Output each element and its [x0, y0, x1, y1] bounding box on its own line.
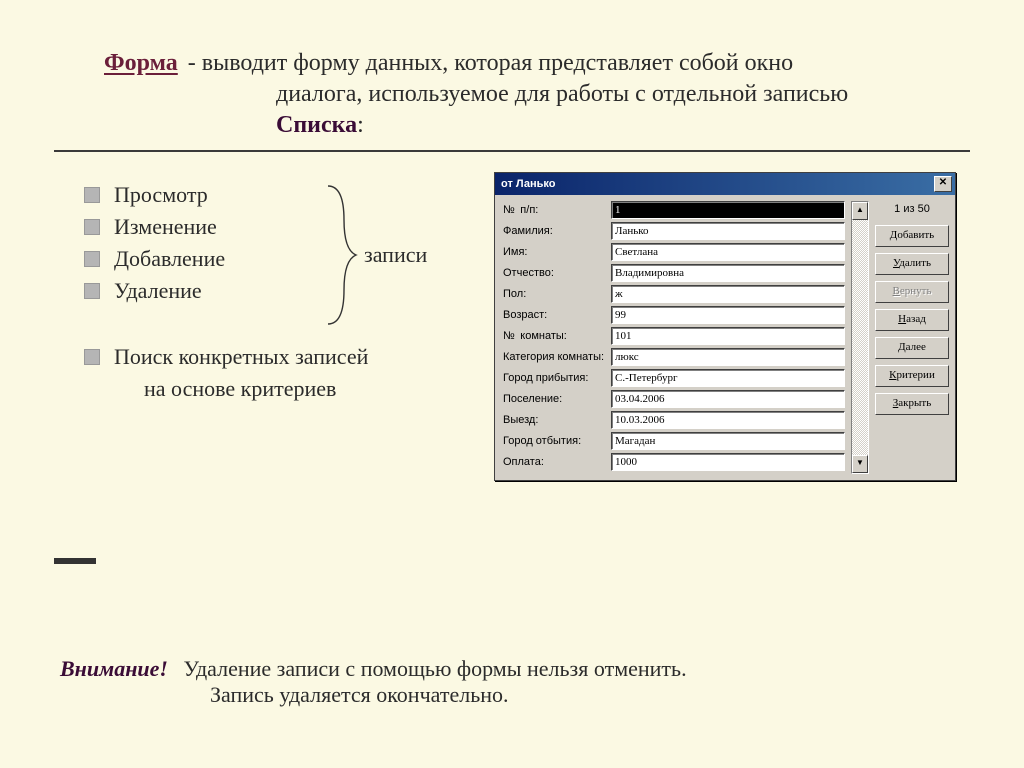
- field-row: Оплата:1000: [503, 453, 845, 471]
- bullet-group-b: Поиск конкретных записей на основе крите…: [84, 344, 474, 402]
- field-input[interactable]: Владимировна: [611, 264, 845, 282]
- bullet-icon: [84, 283, 100, 299]
- bullet-icon: [84, 219, 100, 235]
- field-input[interactable]: 1: [611, 201, 845, 219]
- field-label: Категория комнаты:: [503, 351, 611, 363]
- field-row: Имя:Светлана: [503, 243, 845, 261]
- divider: [54, 150, 970, 152]
- далее-button[interactable]: Далее: [875, 337, 949, 359]
- критерии-button[interactable]: Критерии: [875, 365, 949, 387]
- field-row: Город отбытия:Магадан: [503, 432, 845, 450]
- field-row: № комнаты:101: [503, 327, 845, 345]
- field-label: Отчество:: [503, 267, 611, 279]
- field-label: Пол:: [503, 288, 611, 300]
- dialog-titlebar[interactable]: от Ланько ✕: [495, 173, 955, 195]
- field-label: Город отбытия:: [503, 435, 611, 447]
- footer-note: Внимание! Удаление записи с помощью форм…: [60, 656, 964, 708]
- field-row: № п/п:1: [503, 201, 845, 219]
- field-input[interactable]: Ланько: [611, 222, 845, 240]
- field-row: Фамилия:Ланько: [503, 222, 845, 240]
- field-row: Возраст:99: [503, 306, 845, 324]
- scrollbar[interactable]: ▲ ▼: [851, 201, 869, 474]
- title-line1: - выводит форму данных, которая представ…: [188, 50, 793, 76]
- field-input[interactable]: 1000: [611, 453, 845, 471]
- field-input[interactable]: С.-Петербург: [611, 369, 845, 387]
- вернуть-button: Вернуть: [875, 281, 949, 303]
- field-input[interactable]: люкс: [611, 348, 845, 366]
- title-line2: диалога, используемое для работы с отдел…: [276, 81, 848, 107]
- field-label: № п/п:: [503, 204, 611, 216]
- field-label: № комнаты:: [503, 330, 611, 342]
- data-form-dialog: от Ланько ✕ № п/п:1Фамилия:ЛанькоИмя:Све…: [494, 172, 956, 481]
- field-row: Город прибытия:С.-Петербург: [503, 369, 845, 387]
- field-row: Выезд:10.03.2006: [503, 411, 845, 429]
- bullet-icon: [84, 349, 100, 365]
- record-counter: 1 из 50: [875, 201, 949, 219]
- bullet-icon: [84, 251, 100, 267]
- accent-bar: [54, 558, 96, 564]
- field-input[interactable]: ж: [611, 285, 845, 303]
- footer-line1: Удаление записи с помощью формы нельзя о…: [183, 656, 686, 681]
- close-icon[interactable]: ✕: [934, 176, 952, 192]
- field-input[interactable]: 03.04.2006: [611, 390, 845, 408]
- list-item: Изменение: [84, 214, 474, 240]
- scroll-up-icon[interactable]: ▲: [852, 202, 868, 220]
- title-colon: :: [357, 112, 364, 138]
- footer-line2: Запись удаляется окончательно.: [210, 682, 964, 708]
- field-input[interactable]: Магадан: [611, 432, 845, 450]
- scroll-track[interactable]: [852, 220, 868, 455]
- warning-label: Внимание!: [60, 656, 168, 681]
- brace-icon: [322, 180, 358, 330]
- field-row: Категория комнаты:люкс: [503, 348, 845, 366]
- field-input[interactable]: Светлана: [611, 243, 845, 261]
- brace-label: записи: [364, 242, 427, 268]
- field-label: Фамилия:: [503, 225, 611, 237]
- field-label: Имя:: [503, 246, 611, 258]
- field-input[interactable]: 101: [611, 327, 845, 345]
- list-item: Просмотр: [84, 182, 474, 208]
- list-item: на основе критериев: [84, 376, 474, 402]
- scroll-down-icon[interactable]: ▼: [852, 455, 868, 473]
- удалить-button[interactable]: Удалить: [875, 253, 949, 275]
- назад-button[interactable]: Назад: [875, 309, 949, 331]
- dialog-title: от Ланько: [501, 178, 555, 190]
- field-row: Поселение:03.04.2006: [503, 390, 845, 408]
- field-label: Город прибытия:: [503, 372, 611, 384]
- закрыть-button[interactable]: Закрыть: [875, 393, 949, 415]
- bullet-icon: [84, 187, 100, 203]
- field-label: Оплата:: [503, 456, 611, 468]
- field-label: Поселение:: [503, 393, 611, 405]
- form-fields-area: № п/п:1Фамилия:ЛанькоИмя:СветланаОтчеств…: [503, 201, 845, 474]
- field-label: Возраст:: [503, 309, 611, 321]
- добавить-button[interactable]: Добавить: [875, 225, 949, 247]
- field-input[interactable]: 99: [611, 306, 845, 324]
- title-list-word: Списка: [276, 112, 357, 138]
- title-keyword: Форма: [104, 50, 178, 76]
- field-row: Пол:ж: [503, 285, 845, 303]
- list-item: Удаление: [84, 278, 474, 304]
- field-label: Выезд:: [503, 414, 611, 426]
- list-item: Поиск конкретных записей: [84, 344, 474, 370]
- field-row: Отчество:Владимировна: [503, 264, 845, 282]
- field-input[interactable]: 10.03.2006: [611, 411, 845, 429]
- slide-title: Форма - выводит форму данных, которая пр…: [104, 48, 970, 142]
- button-column: 1 из 50 Добавить Удалить Вернуть Назад Далее…: [875, 201, 949, 474]
